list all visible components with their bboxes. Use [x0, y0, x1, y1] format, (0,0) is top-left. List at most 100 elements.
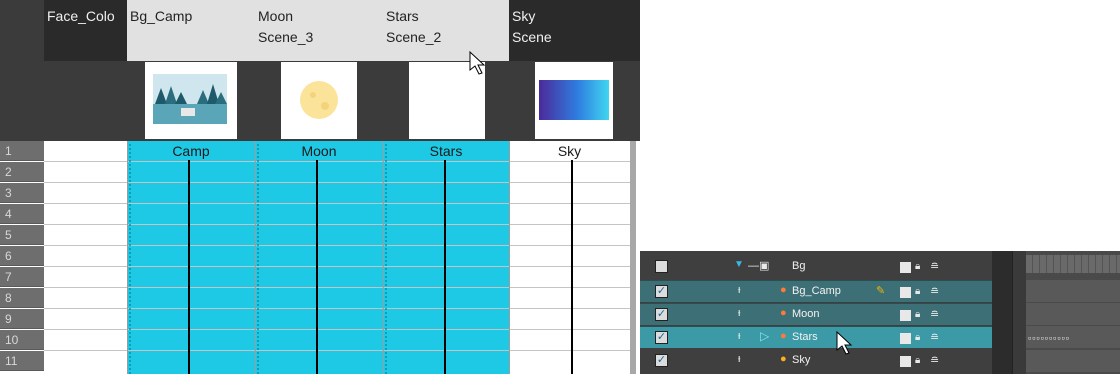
thumbnail-sky: [535, 62, 613, 139]
layer-enable-checkbox[interactable]: ✓: [655, 331, 668, 344]
hold-line: [444, 160, 446, 374]
drag-handle[interactable]: [256, 143, 260, 374]
mouse-cursor-icon: [836, 330, 853, 355]
frame-number[interactable]: 3: [0, 183, 44, 203]
frame-number[interactable]: 7: [0, 267, 44, 287]
timeline-frames[interactable]: ▫▫▫▫▫▫▫▫▫▫: [1026, 251, 1120, 374]
peg-icon: ᵻ: [738, 330, 741, 342]
sky-thumbnail-image: [539, 80, 609, 120]
layers-icon[interactable]: ≘: [930, 331, 939, 344]
hold-line: [316, 160, 318, 374]
frame-number[interactable]: 4: [0, 204, 44, 224]
layers-icon[interactable]: ≘: [930, 354, 939, 367]
layer-color-swatch[interactable]: [900, 287, 911, 298]
cells-bg-camp[interactable]: [127, 141, 255, 374]
frame-row[interactable]: [1026, 303, 1120, 325]
layer-name: Bg_Camp: [792, 285, 841, 297]
drag-handle[interactable]: [384, 143, 388, 374]
layers-icon[interactable]: ≘: [930, 260, 939, 273]
hold-line: [571, 160, 573, 374]
column-header-moon[interactable]: Moon Scene_3: [255, 0, 383, 61]
frame-ruler[interactable]: [1026, 255, 1120, 273]
frame-number[interactable]: 9: [0, 309, 44, 329]
layer-color-swatch[interactable]: [900, 356, 911, 367]
cells-sky[interactable]: [509, 141, 630, 374]
cells-moon[interactable]: [255, 141, 383, 374]
column-name: Moon: [258, 8, 294, 24]
layer-color-swatch[interactable]: [900, 333, 911, 344]
moon-thumbnail-image: [300, 81, 338, 119]
lock-icon[interactable]: 🔒︎: [915, 286, 920, 297]
layer-name: Stars: [792, 331, 818, 343]
drawing-layer-icon: ●: [780, 284, 787, 296]
frame-number[interactable]: 11: [0, 351, 44, 371]
thumbnail-gutter: [237, 62, 255, 139]
timeline-row-sky[interactable]: ✓ ᵻ ● Sky 🔒︎ ≘: [640, 350, 992, 372]
cell-label-camp[interactable]: Camp: [127, 143, 255, 161]
peg-icon: ᵻ: [738, 307, 741, 319]
column-header-sky[interactable]: Sky Scene: [509, 0, 640, 61]
layers-icon[interactable]: ≘: [930, 308, 939, 321]
drawing-layer-icon: ●: [780, 307, 787, 319]
column-header-face-colo[interactable]: Face_Colo: [44, 0, 127, 61]
timeline-row-moon[interactable]: ✓ ᵻ ● Moon 🔒︎ ≘: [640, 303, 992, 325]
thumbnail-bg-camp: [145, 62, 237, 139]
layers-icon[interactable]: ≘: [930, 285, 939, 298]
frame-row[interactable]: [1026, 350, 1120, 372]
frame-number[interactable]: 10: [0, 330, 44, 350]
cells-face-colo[interactable]: [44, 141, 127, 374]
layer-name: Moon: [792, 308, 820, 320]
layer-color-swatch[interactable]: [900, 262, 911, 273]
column-scene: Scene: [512, 29, 552, 45]
thumbnail-gutter: [613, 62, 631, 139]
frame-number[interactable]: 6: [0, 246, 44, 266]
layer-name: Bg: [792, 260, 806, 272]
insert-arrow-icon: ▷: [760, 329, 770, 343]
timeline-row-stars[interactable]: ✓ ᵻ ▷ ● Stars 🔒︎ ≘: [640, 326, 992, 348]
peg-icon: ᵻ: [738, 284, 741, 296]
lock-icon[interactable]: 🔒︎: [915, 261, 920, 272]
pencil-icon[interactable]: ✎: [876, 284, 885, 297]
frame-number[interactable]: 5: [0, 225, 44, 245]
column-header-stars[interactable]: Stars Scene_2: [383, 0, 509, 61]
thumbnail-gutter: [255, 62, 273, 139]
layer-color-swatch[interactable]: [900, 310, 911, 321]
cell-label-stars[interactable]: Stars: [383, 143, 509, 161]
hold-line: [188, 160, 190, 374]
lock-icon[interactable]: 🔒︎: [915, 309, 920, 320]
layer-enable-checkbox[interactable]: ✓: [655, 308, 668, 321]
timeline-view: ▼ —▣ Bg 🔒︎ ≘ ✓ ᵻ ● Bg_Camp ✎ 🔒︎ ≘ ✓ ᵻ ● …: [640, 251, 1120, 374]
drawing-layer-icon: ●: [780, 353, 787, 365]
panel-divider[interactable]: [1012, 251, 1027, 374]
frame-number[interactable]: 2: [0, 162, 44, 182]
column-header-bg-camp[interactable]: Bg_Camp: [127, 0, 255, 61]
peg-icon: ᵻ: [738, 353, 741, 365]
layer-name: Sky: [792, 354, 811, 366]
panel-divider[interactable]: [992, 251, 1012, 374]
column-name: Face_Colo: [47, 8, 115, 24]
cells-stars[interactable]: [383, 141, 509, 374]
layer-enable-checkbox[interactable]: [655, 260, 668, 273]
column-name: Bg_Camp: [130, 8, 193, 24]
timeline-row-bg[interactable]: ▼ —▣ Bg 🔒︎ ≘: [640, 256, 992, 278]
lock-icon[interactable]: 🔒︎: [915, 355, 920, 366]
frame-number[interactable]: 8: [0, 288, 44, 308]
timeline-row-bg-camp[interactable]: ✓ ᵻ ● Bg_Camp ✎ 🔒︎ ≘: [640, 280, 992, 302]
cell-label-sky[interactable]: Sky: [509, 143, 630, 161]
thumbnail-gutter: [357, 62, 375, 139]
frame-number[interactable]: 1: [0, 141, 44, 161]
thumbnail-gutter: [509, 62, 515, 139]
column-name: Sky: [512, 8, 536, 24]
drag-handle[interactable]: [128, 143, 132, 374]
thumbnail-gutter: [383, 62, 401, 139]
thumbnail-moon: [281, 62, 357, 139]
drawing-layer-icon: ●: [780, 330, 787, 342]
layer-enable-checkbox[interactable]: ✓: [655, 354, 668, 367]
group-icon: —▣: [748, 260, 770, 272]
lock-icon[interactable]: 🔒︎: [915, 332, 920, 343]
xsheet-scrollbar[interactable]: [630, 141, 636, 374]
cell-label-moon[interactable]: Moon: [255, 143, 383, 161]
frame-row[interactable]: [1026, 280, 1120, 302]
layer-enable-checkbox[interactable]: ✓: [655, 285, 668, 298]
collapse-arrow-icon[interactable]: ▼: [734, 259, 744, 270]
